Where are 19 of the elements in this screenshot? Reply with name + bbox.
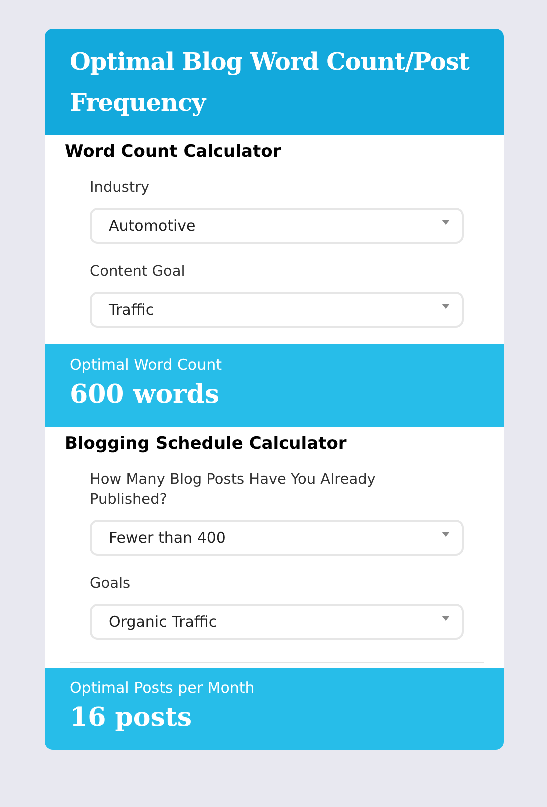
dropdown-field[interactable]: Automotive — [90, 208, 464, 244]
field-label: Content Goal — [90, 263, 186, 282]
caret-icon — [442, 220, 450, 224]
result-value: 600 words — [70, 379, 221, 412]
dropdown-field[interactable]: Traffic — [90, 292, 464, 328]
caret-icon — [442, 304, 450, 308]
field-label: Goals — [90, 575, 132, 594]
dropdown-field[interactable]: Organic Traffic — [90, 604, 464, 640]
dropdown-field[interactable]: Fewer than 400 — [90, 520, 464, 556]
result-label: Optimal Posts per Month — [70, 678, 256, 698]
caret-icon — [442, 532, 450, 536]
section-heading: Word Count Calculator — [64, 141, 282, 162]
result-label: Optimal Word Count — [70, 355, 223, 375]
result-value: 16 posts — [70, 702, 194, 735]
field-label: Industry — [90, 179, 151, 198]
field-label: How Many Blog Posts Have You Already Published? — [90, 471, 377, 510]
card-title: Optimal Blog Word Count/Post Frequency — [70, 46, 471, 119]
caret-icon — [442, 616, 450, 620]
section-heading: Blogging Schedule Calculator — [64, 433, 348, 454]
